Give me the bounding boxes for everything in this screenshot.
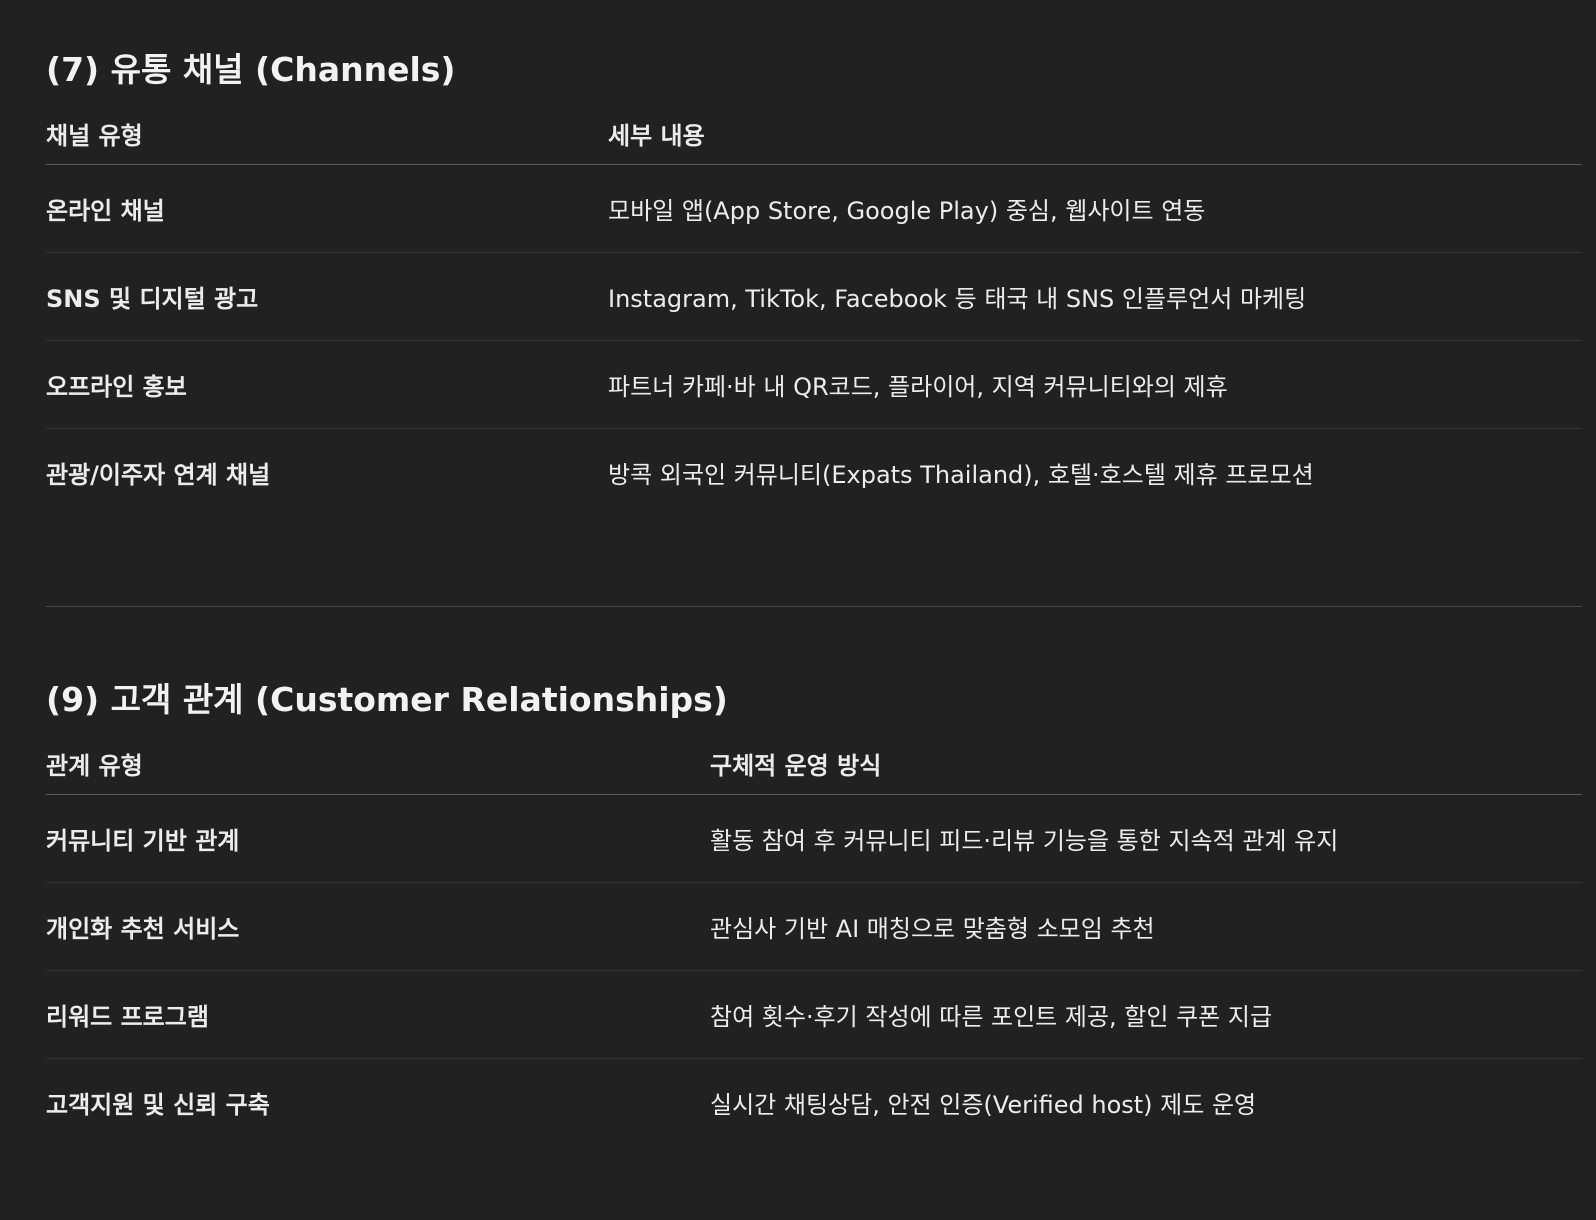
table-row: 커뮤니티 기반 관계 활동 참여 후 커뮤니티 피드·리뷰 기능을 통한 지속적… bbox=[46, 794, 1582, 883]
table-row: 오프라인 홍보 파트너 카페·바 내 QR코드, 플라이어, 지역 커뮤니티와의… bbox=[46, 340, 1582, 429]
customer-relationships-table: 관계 유형 구체적 운영 방식 커뮤니티 기반 관계 활동 참여 후 커뮤니티 … bbox=[46, 732, 1582, 1146]
row-detail: 활동 참여 후 커뮤니티 피드·리뷰 기능을 통한 지속적 관계 유지 bbox=[710, 794, 1582, 883]
column-header-details: 세부 내용 bbox=[608, 102, 1582, 165]
channels-section: (7) 유통 채널 (Channels) 채널 유형 세부 내용 온라인 채널 … bbox=[46, 40, 1582, 516]
row-label: 관광/이주자 연계 채널 bbox=[46, 461, 271, 489]
table-row: 리워드 프로그램 참여 횟수·후기 작성에 따른 포인트 제공, 할인 쿠폰 지… bbox=[46, 970, 1582, 1059]
customer-relationships-section: (9) 고객 관계 (Customer Relationships) 관계 유형… bbox=[46, 670, 1582, 1146]
row-detail: 파트너 카페·바 내 QR코드, 플라이어, 지역 커뮤니티와의 제휴 bbox=[608, 340, 1582, 429]
row-detail: 참여 횟수·후기 작성에 따른 포인트 제공, 할인 쿠폰 지급 bbox=[710, 970, 1582, 1059]
customer-relationships-title: (9) 고객 관계 (Customer Relationships) bbox=[46, 680, 728, 719]
row-detail: 관심사 기반 AI 매칭으로 맞춤형 소모임 추천 bbox=[710, 882, 1582, 971]
column-header-relationship-type: 관계 유형 bbox=[46, 732, 710, 795]
table-header-row: 관계 유형 구체적 운영 방식 bbox=[46, 732, 1582, 795]
row-detail: 방콕 외국인 커뮤니티(Expats Thailand), 호텔·호스텔 제휴 … bbox=[608, 461, 1314, 489]
row-label: SNS 및 디지털 광고 bbox=[46, 252, 608, 341]
row-label: 리워드 프로그램 bbox=[46, 970, 710, 1059]
column-header-operation-method: 구체적 운영 방식 bbox=[710, 732, 1582, 795]
row-label: 개인화 추천 서비스 bbox=[46, 882, 710, 971]
table-row: 온라인 채널 모바일 앱(App Store, Google Play) 중심,… bbox=[46, 164, 1582, 253]
row-detail: 실시간 채팅상담, 안전 인증(Verified host) 제도 운영 bbox=[710, 1091, 1257, 1119]
table-row: 고객지원 및 신뢰 구축 실시간 채팅상담, 안전 인증(Verified ho… bbox=[46, 1059, 1582, 1147]
column-header-channel-type: 채널 유형 bbox=[46, 102, 608, 165]
row-detail: Instagram, TikTok, Facebook 등 태국 내 SNS 인… bbox=[608, 252, 1582, 341]
table-row: 개인화 추천 서비스 관심사 기반 AI 매칭으로 맞춤형 소모임 추천 bbox=[46, 882, 1582, 971]
table-row: SNS 및 디지털 광고 Instagram, TikTok, Facebook… bbox=[46, 252, 1582, 341]
row-label: 오프라인 홍보 bbox=[46, 340, 608, 429]
table-row: 관광/이주자 연계 채널 방콕 외국인 커뮤니티(Expats Thailand… bbox=[46, 429, 1582, 517]
row-label: 온라인 채널 bbox=[46, 164, 608, 253]
channels-title: (7) 유통 채널 (Channels) bbox=[46, 50, 456, 89]
row-label: 고객지원 및 신뢰 구축 bbox=[46, 1091, 270, 1119]
row-label: 커뮤니티 기반 관계 bbox=[46, 794, 710, 883]
table-header-row: 채널 유형 세부 내용 bbox=[46, 102, 1582, 165]
section-divider bbox=[46, 606, 1582, 607]
row-detail: 모바일 앱(App Store, Google Play) 중심, 웹사이트 연… bbox=[608, 164, 1582, 253]
channels-table: 채널 유형 세부 내용 온라인 채널 모바일 앱(App Store, Goog… bbox=[46, 102, 1582, 516]
